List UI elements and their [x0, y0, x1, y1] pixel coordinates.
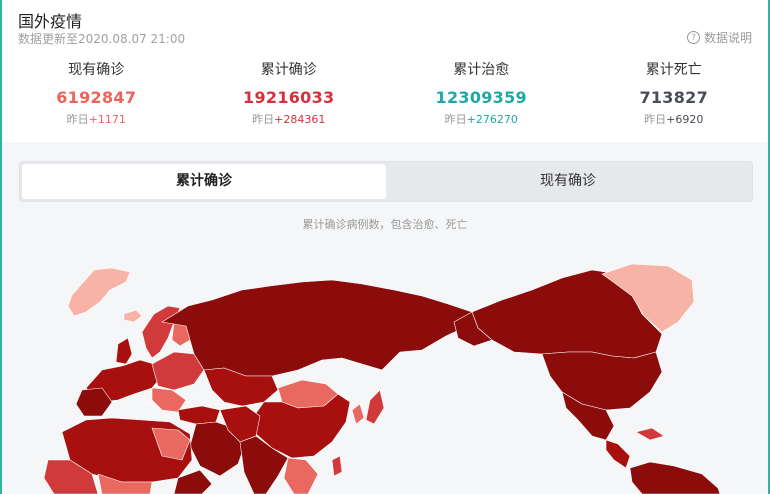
stat-delta-prefix: 昨日: [444, 113, 467, 126]
stat-delta-value: +276270: [466, 113, 518, 126]
map-panel: 累计确诊 现有确诊 累计确诊病例数，包含治愈、死亡: [2, 142, 768, 494]
stat-value: 12309359: [435, 88, 527, 107]
stats-summary: 现有确诊 6192847 昨日+1171 累计确诊 19216033 昨日+28…: [0, 60, 770, 130]
stat-value: 6192847: [56, 88, 137, 107]
map-region-caribbean: [635, 427, 665, 441]
stat-delta-value: +6920: [666, 113, 704, 126]
data-help-link[interactable]: ? 数据说明: [686, 29, 752, 46]
update-time: 数据更新至2020.08.07 21:00: [18, 32, 186, 46]
map-region-balkans: [151, 387, 187, 413]
map-region-russia: [161, 279, 473, 377]
stat-value: 713827: [639, 88, 709, 107]
map-region-southeast-asia: [283, 457, 319, 494]
stat-total-confirmed: 累计确诊 19216033 昨日+284361: [193, 60, 386, 130]
map-region-uk: [115, 337, 133, 365]
map-region-korea: [351, 403, 365, 425]
stat-value: 19216033: [243, 88, 335, 107]
stat-label: 累计确诊: [260, 62, 317, 78]
world-map[interactable]: [2, 260, 768, 494]
map-region-japan: [365, 389, 385, 425]
stat-delta-value: +1171: [88, 113, 126, 126]
stat-total-deaths: 累计死亡 713827 昨日+6920: [578, 60, 770, 130]
stat-label: 现有确诊: [68, 62, 125, 78]
map-caption: 累计确诊病例数，包含治愈、死亡: [302, 218, 468, 231]
stat-label: 累计治愈: [453, 62, 510, 78]
map-tabs: 累计确诊 现有确诊: [19, 161, 753, 202]
map-region-south-america: [629, 461, 721, 494]
stat-delta: 昨日+1171: [0, 112, 193, 128]
map-region-greenland-west: [67, 267, 131, 317]
stat-delta: 昨日+284361: [193, 112, 386, 128]
map-region-philippines: [331, 455, 343, 477]
stat-delta-prefix: 昨日: [66, 113, 89, 126]
stat-delta-value: +284361: [274, 113, 326, 126]
tab-total-confirmed[interactable]: 累计确诊: [22, 164, 386, 199]
question-icon: ?: [686, 31, 700, 44]
map-region-iceland: [123, 309, 143, 323]
stat-total-recovered: 累计治愈 12309359 昨日+276270: [385, 60, 578, 130]
stat-current-confirmed: 现有确诊 6192847 昨日+1171: [0, 60, 193, 130]
help-label: 数据说明: [703, 31, 752, 45]
stat-delta: 昨日+276270: [385, 112, 578, 128]
stat-delta-prefix: 昨日: [644, 113, 667, 126]
tab-current-confirmed[interactable]: 现有确诊: [386, 164, 750, 199]
map-region-central-america: [605, 439, 631, 469]
map-region-usa: [541, 351, 663, 411]
stat-label: 累计死亡: [645, 62, 702, 78]
stat-delta-prefix: 昨日: [252, 113, 275, 126]
map-region-turkey: [177, 405, 221, 425]
page-title: 国外疫情: [18, 12, 83, 31]
stat-delta: 昨日+6920: [578, 112, 770, 128]
